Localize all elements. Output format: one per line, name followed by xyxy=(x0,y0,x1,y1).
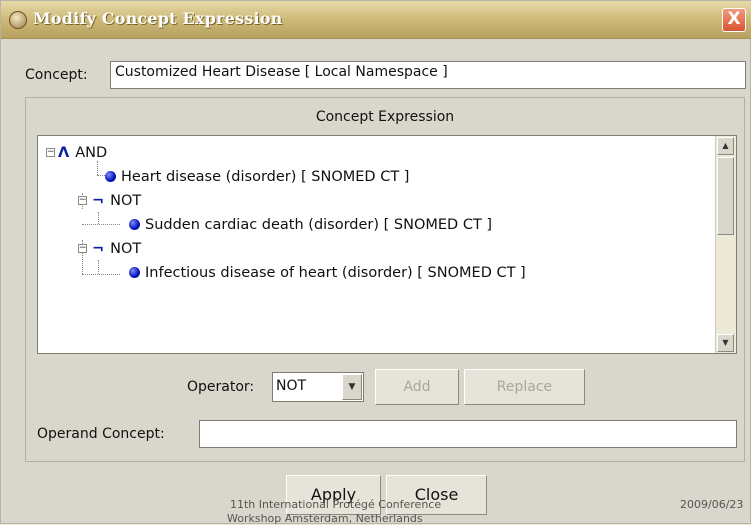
scroll-up-arrow-icon[interactable]: ▲ xyxy=(717,137,734,155)
tree-expander-and[interactable]: − xyxy=(46,148,55,157)
scroll-thumb[interactable] xyxy=(717,157,734,235)
footer-location: Workshop Amsterdam, Netherlands xyxy=(227,512,423,525)
tree-node-label: Heart disease (disorder) [ SNOMED CT ] xyxy=(121,169,410,185)
concept-icon xyxy=(105,171,116,182)
concept-icon xyxy=(129,219,140,230)
not-operator-icon: ¬ xyxy=(92,241,105,257)
title-bar[interactable]: Modify Concept Expression X xyxy=(1,1,751,39)
operator-value: NOT xyxy=(276,378,307,394)
footer-conference: 11th International Protégé Conference xyxy=(230,498,442,511)
and-operator-icon: Λ xyxy=(58,145,70,161)
tree-node-sudden-cardiac-death[interactable]: Sudden cardiac death (disorder) [ SNOMED… xyxy=(129,216,492,234)
concept-label: Concept: xyxy=(25,67,88,83)
footer-date: 2009/06/23 xyxy=(680,498,744,511)
tree-expander-not-1[interactable]: − xyxy=(78,196,87,205)
tree-node-infectious-heart-disease[interactable]: Infectious disease of heart (disorder) [… xyxy=(129,264,526,282)
tree-node-label: NOT xyxy=(110,193,142,209)
operand-concept-field[interactable] xyxy=(199,420,737,448)
tree-expander-not-2[interactable]: − xyxy=(78,244,87,253)
operator-label: Operator: xyxy=(187,379,255,395)
tree-node-label: AND xyxy=(75,145,108,161)
add-button[interactable]: Add xyxy=(375,369,459,405)
tree-scrollbar[interactable]: ▲ ▼ xyxy=(715,136,736,353)
tree-node-label: NOT xyxy=(110,241,142,257)
operand-concept-label: Operand Concept: xyxy=(37,426,165,442)
tree-node-heart-disease[interactable]: Heart disease (disorder) [ SNOMED CT ] xyxy=(105,168,409,186)
window-icon xyxy=(9,11,27,29)
tree-node-not-2[interactable]: ¬ NOT xyxy=(92,240,141,258)
concept-icon xyxy=(129,267,140,278)
tree-node-not-1[interactable]: ¬ NOT xyxy=(92,192,141,210)
window-title: Modify Concept Expression xyxy=(33,9,283,28)
concept-field[interactable]: Customized Heart Disease [ Local Namespa… xyxy=(110,61,746,89)
replace-button[interactable]: Replace xyxy=(464,369,585,405)
concept-expression-title: Concept Expression xyxy=(315,109,455,125)
tree-node-label: Infectious disease of heart (disorder) [… xyxy=(145,265,526,281)
tree-node-label: Sudden cardiac death (disorder) [ SNOMED… xyxy=(145,217,493,233)
tree-node-and[interactable]: Λ AND xyxy=(58,144,107,162)
expression-tree[interactable]: − Λ AND Heart disease (disorder) [ SNOMED… xyxy=(37,135,737,354)
operator-select[interactable]: NOT ▼ xyxy=(272,372,364,402)
close-window-button[interactable]: X xyxy=(722,8,746,32)
chevron-down-icon[interactable]: ▼ xyxy=(342,374,362,400)
scroll-down-arrow-icon[interactable]: ▼ xyxy=(717,334,734,352)
modify-concept-dialog: Modify Concept Expression X Concept: Cus… xyxy=(0,0,751,525)
not-operator-icon: ¬ xyxy=(92,193,105,209)
